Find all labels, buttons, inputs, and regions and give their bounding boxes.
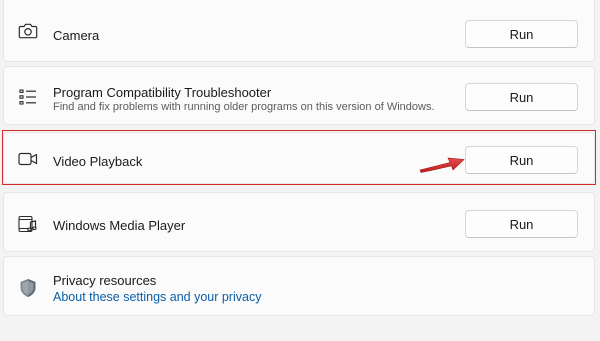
troubleshooter-row-windows-media-player: Windows Media Player Run — [3, 192, 595, 252]
shield-icon — [17, 277, 39, 299]
run-program-compatibility-button[interactable]: Run — [465, 83, 578, 111]
video-icon — [17, 148, 39, 170]
troubleshooter-title: Camera — [53, 28, 100, 43]
troubleshooter-row-camera: Camera Run — [3, 0, 595, 62]
media-player-icon — [17, 213, 39, 235]
troubleshooter-title: Windows Media Player — [53, 218, 186, 233]
privacy-resources-title: Privacy resources — [53, 273, 157, 288]
camera-icon — [17, 20, 39, 42]
troubleshooter-title: Program Compatibility Troubleshooter — [53, 85, 272, 100]
run-camera-button[interactable]: Run — [465, 20, 578, 48]
privacy-settings-link[interactable]: About these settings and your privacy — [53, 290, 261, 304]
troubleshooter-title: Video Playback — [53, 154, 143, 169]
troubleshooter-description: Find and fix problems with running older… — [53, 101, 435, 113]
privacy-resources-row: Privacy resources About these settings a… — [3, 256, 595, 316]
troubleshooter-row-video-playback: Video Playback Run — [3, 132, 595, 184]
list-icon — [17, 86, 39, 108]
run-windows-media-player-button[interactable]: Run — [465, 210, 578, 238]
troubleshooters-page: Camera Run Program Compatibility Trouble… — [0, 0, 600, 341]
run-video-playback-button[interactable]: Run — [465, 146, 578, 174]
troubleshooter-row-program-compatibility: Program Compatibility Troubleshooter Fin… — [3, 66, 595, 125]
